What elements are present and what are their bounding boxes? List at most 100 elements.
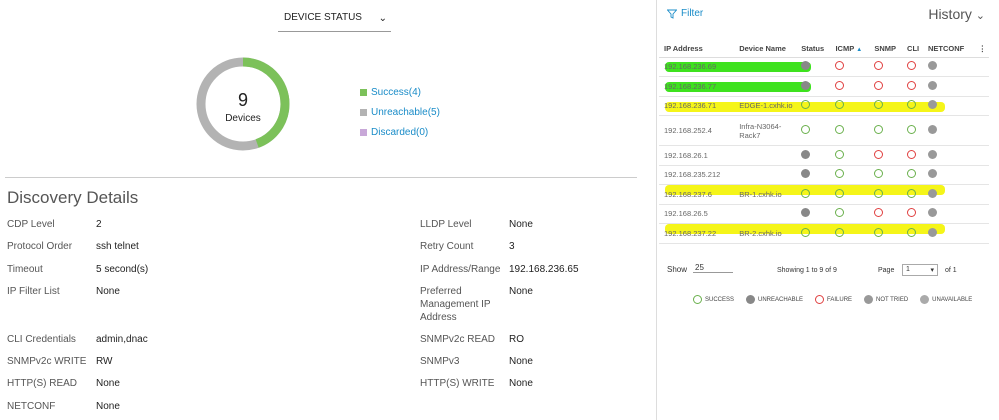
x-circle-icon (874, 80, 884, 90)
table-row[interactable]: 192.168.237.6 BR-1.cxhk.io (659, 184, 989, 205)
chevron-down-icon: ⌄ (378, 13, 387, 24)
not-tried-icon (928, 188, 938, 198)
spacer-cell (973, 184, 989, 205)
unreachable-icon (801, 80, 811, 90)
unreachable-icon (746, 295, 756, 304)
check-circle-icon (874, 100, 884, 110)
legend-discarded[interactable]: Discarded(0) (360, 122, 440, 142)
detail-label: CDP Level (7, 219, 55, 230)
snmp-cell (869, 96, 903, 116)
col-device-name[interactable]: Device Name (734, 40, 797, 58)
ip-address-cell: 192.168.236.71 (659, 96, 735, 116)
history-dropdown[interactable]: History ⌄ (928, 6, 985, 22)
check-circle-icon (907, 125, 917, 134)
spacer-cell (973, 96, 989, 116)
left-pane: DEVICE STATUS ⌄ 9 Devices Success(4) Unr… (0, 0, 655, 420)
key-success: SUCCESS (693, 295, 734, 304)
donut-count: 9 (237, 90, 248, 110)
device-name-cell: BR-1.cxhk.io (734, 184, 797, 205)
filter-button[interactable]: Filter (667, 8, 703, 19)
device-name-cell: Infra-N3064-Rack7 (734, 115, 797, 146)
legend-unreachable[interactable]: Unreachable(5) (360, 102, 440, 122)
detail-label: LLDP Level (420, 219, 472, 230)
table-row[interactable]: 192.168.26.5 (659, 204, 989, 224)
detail-label: CLI Credentials (7, 334, 76, 345)
nc-cell (923, 57, 974, 77)
nc-cell (923, 96, 974, 116)
col-ip-address[interactable]: IP Address (659, 40, 735, 58)
snmp-cell (869, 184, 903, 205)
st-cell (796, 96, 831, 116)
section-divider (5, 177, 637, 178)
detail-label: SNMPv3 (420, 356, 460, 367)
unreachable-icon (801, 208, 811, 218)
status-legend: Success(4) Unreachable(5) Discarded(0) (360, 82, 440, 142)
table-row[interactable]: 192.168.252.4 Infra-N3064-Rack7 (659, 115, 989, 146)
x-circle-icon (874, 61, 884, 71)
show-label: Show (667, 265, 688, 274)
spacer-cell (973, 145, 989, 166)
detail-value: None (509, 356, 533, 367)
device-table: IP Address Device Name Status ICMP ▲ SNM… (659, 40, 989, 244)
success-swatch (360, 88, 367, 96)
check-circle-icon (801, 125, 811, 134)
col-cli[interactable]: CLI (902, 40, 924, 58)
cli-cell (902, 165, 924, 185)
column-menu-icon[interactable]: ⋮ (973, 40, 989, 58)
page-size-input[interactable]: 25 (693, 263, 733, 273)
spacer-cell (973, 57, 989, 77)
ip-address-cell: 192.168.26.1 (659, 145, 735, 166)
col-icmp[interactable]: ICMP ▲ (830, 40, 870, 58)
nc-cell (923, 223, 974, 244)
table-row[interactable]: 192.168.236.77 (659, 76, 989, 97)
icmp-cell (830, 57, 870, 77)
icmp-cell (830, 145, 870, 166)
icmp-cell (830, 96, 870, 116)
icmp-cell (830, 223, 870, 244)
detail-value: None (96, 401, 120, 412)
discovery-details-title: Discovery Details (7, 188, 139, 207)
table-row[interactable]: 192.168.236.71 EDGE-1.cxhk.io (659, 96, 989, 116)
detail-label: SNMPv2c READ (420, 334, 496, 345)
snmp-cell (869, 115, 903, 146)
cli-cell (902, 145, 924, 166)
col-snmp[interactable]: SNMP (869, 40, 903, 58)
table-row[interactable]: 192.168.237.22 BR-2.cxhk.io (659, 223, 989, 244)
check-circle-icon (835, 149, 845, 159)
device-name-cell (734, 76, 797, 97)
device-status-select[interactable]: DEVICE STATUS ⌄ (278, 8, 391, 32)
col-status[interactable]: Status (796, 40, 831, 58)
check-circle-icon (835, 227, 845, 237)
x-circle-icon (907, 61, 917, 71)
key-unreachable: UNREACHABLE (746, 295, 803, 304)
unreachable-swatch (360, 108, 367, 116)
check-circle-icon (874, 125, 884, 134)
legend-success[interactable]: Success(4) (360, 82, 440, 102)
check-circle-icon (907, 227, 917, 237)
col-netconf[interactable]: NETCONF (923, 40, 974, 58)
icmp-cell (830, 165, 870, 185)
page-of-label: of 1 (945, 267, 957, 274)
st-cell (796, 145, 831, 166)
not-tried-icon (928, 208, 938, 218)
page-select[interactable]: 1 ▾ (902, 264, 938, 276)
not-tried-icon (928, 227, 938, 237)
st-cell (796, 223, 831, 244)
not-tried-icon (928, 149, 938, 159)
table-row[interactable]: 192.168.26.1 (659, 145, 989, 166)
st-cell (796, 184, 831, 205)
cli-cell (902, 223, 924, 244)
table-row[interactable]: 192.168.235.212 (659, 165, 989, 185)
unreachable-icon (801, 169, 811, 179)
spacer-cell (973, 223, 989, 244)
detail-value: None (509, 378, 533, 389)
detail-value: 3 (509, 241, 515, 252)
detail-value: 5 second(s) (96, 264, 149, 275)
key-unavailable: UNAVAILABLE (920, 295, 972, 304)
st-cell (796, 204, 831, 224)
st-cell (796, 115, 831, 146)
detail-label: HTTP(S) WRITE (420, 378, 495, 389)
not-tried-icon (928, 61, 938, 71)
discarded-swatch (360, 128, 367, 136)
table-row[interactable]: 192.168.236.69 (659, 57, 989, 77)
